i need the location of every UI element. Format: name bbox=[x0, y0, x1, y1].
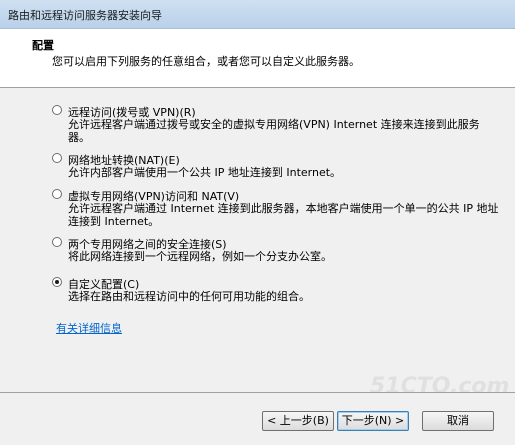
option-description: 将此网络连接到一个远程网络，例如一个分支办公室。 bbox=[68, 250, 332, 263]
wizard-content: 远程访问(拨号或 VPN)(R) 允许远程客户端通过拨号或安全的虚拟专用网络(V… bbox=[0, 88, 515, 399]
window-title: 路由和远程访问服务器安装向导 bbox=[8, 9, 162, 22]
next-button[interactable]: 下一步(N) > bbox=[337, 411, 409, 431]
radio-custom-config[interactable] bbox=[52, 277, 62, 287]
back-button[interactable]: < 上一步(B) bbox=[262, 411, 334, 431]
title-bar: 路由和远程访问服务器安装向导 bbox=[0, 0, 515, 29]
radio-remote-access[interactable] bbox=[52, 105, 62, 115]
option-description: 允许内部客户端使用一个公共 IP 地址连接到 Internet。 bbox=[68, 166, 342, 179]
cancel-button[interactable]: 取消 bbox=[422, 411, 494, 431]
radio-vpn-nat[interactable] bbox=[52, 189, 62, 199]
option-description: 选择在路由和远程访问中的任何可用功能的组合。 bbox=[68, 290, 310, 303]
wizard-footer: < 上一步(B) 下一步(N) > 取消 bbox=[0, 392, 515, 445]
radio-nat[interactable] bbox=[52, 153, 62, 163]
radio-secure-connection[interactable] bbox=[52, 237, 62, 247]
option-description: 允许远程客户端通过 Internet 连接到此服务器，本地客户端使用一个单一的公… bbox=[68, 202, 499, 228]
page-title: 配置 bbox=[32, 39, 54, 52]
page-subtitle: 您可以启用下列服务的任意组合，或者您可以自定义此服务器。 bbox=[52, 55, 360, 68]
more-info-link[interactable]: 有关详细信息 bbox=[56, 320, 122, 336]
option-description: 允许远程客户端通过拨号或安全的虚拟专用网络(VPN) Internet 连接来连… bbox=[68, 118, 480, 144]
wizard-header: 配置 您可以启用下列服务的任意组合，或者您可以自定义此服务器。 bbox=[0, 29, 515, 88]
